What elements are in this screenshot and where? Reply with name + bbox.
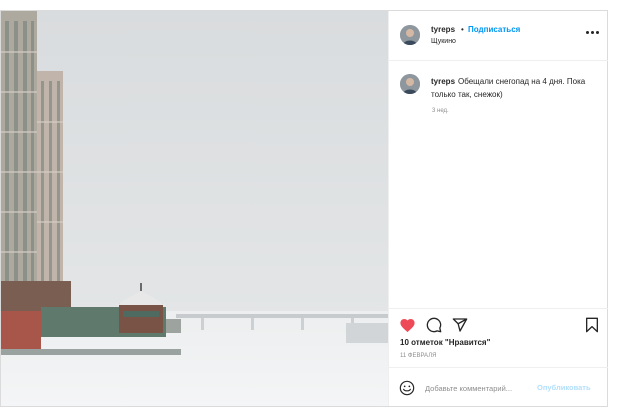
comment-username[interactable]: tyreps bbox=[431, 77, 455, 86]
publish-button[interactable]: Опубликовать bbox=[537, 383, 591, 392]
comment-avatar[interactable] bbox=[400, 74, 420, 94]
more-options-icon[interactable] bbox=[586, 28, 600, 38]
heart-icon[interactable] bbox=[399, 317, 416, 333]
avatar[interactable] bbox=[400, 25, 420, 45]
bookmark-icon[interactable] bbox=[585, 317, 599, 333]
caption-comment: tyreps Обещали снегопад на 4 дня. Пока то… bbox=[431, 75, 601, 101]
comment-input[interactable] bbox=[425, 381, 533, 395]
separator-dot: • bbox=[461, 25, 464, 34]
post-author-username[interactable]: tyreps bbox=[431, 25, 455, 34]
post-header: tyreps • Подписаться Щукино bbox=[389, 11, 608, 61]
comment-timestamp[interactable]: 3 нед. bbox=[432, 108, 449, 114]
post-container: tyreps • Подписаться Щукино tyreps Обещал… bbox=[0, 10, 608, 407]
emoji-icon[interactable] bbox=[399, 380, 415, 396]
add-comment-section: Опубликовать bbox=[389, 367, 608, 407]
photo-snowy-river-image bbox=[1, 11, 388, 406]
post-sidebar: tyreps • Подписаться Щукино tyreps Обещал… bbox=[388, 11, 608, 406]
post-actions: 10 отметок "Нравится" 11 февраля Опублик… bbox=[389, 308, 608, 406]
post-location[interactable]: Щукино bbox=[431, 38, 456, 45]
share-icon[interactable] bbox=[452, 317, 468, 333]
post-photo[interactable] bbox=[1, 11, 388, 406]
follow-button[interactable]: Подписаться bbox=[468, 25, 520, 34]
post-date[interactable]: 11 февраля bbox=[400, 353, 436, 359]
likes-count[interactable]: 10 отметок "Нравится" bbox=[400, 338, 490, 347]
comment-icon[interactable] bbox=[426, 317, 442, 333]
